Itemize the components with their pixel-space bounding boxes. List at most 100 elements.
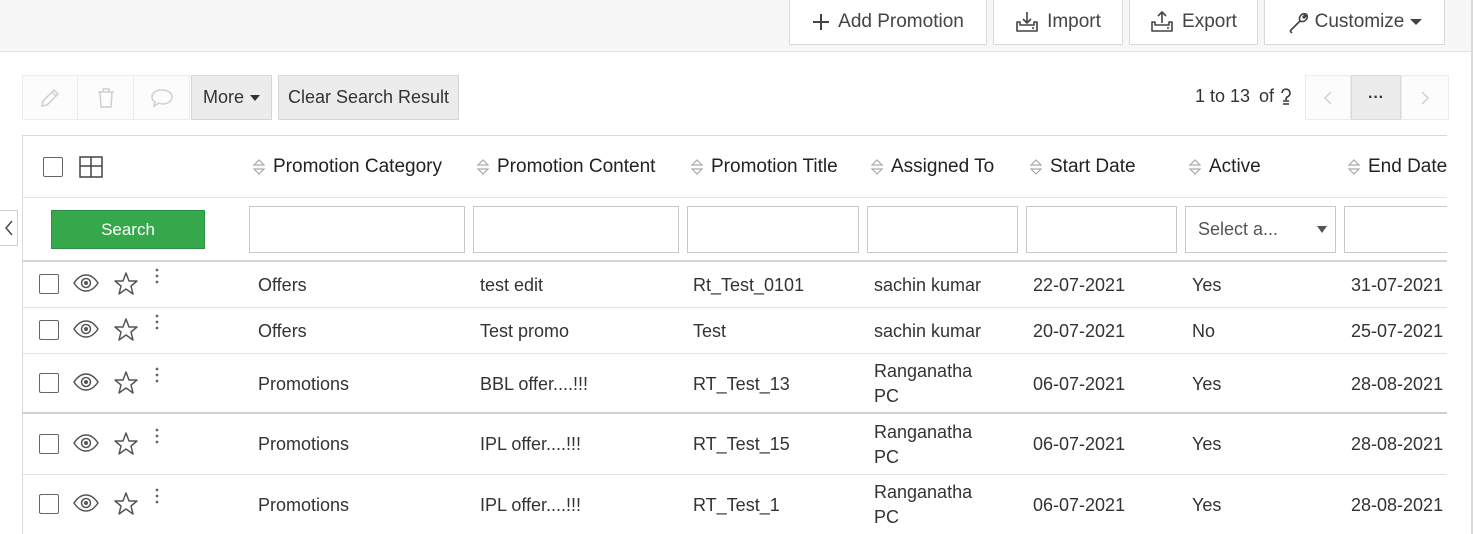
star-icon[interactable] xyxy=(113,491,139,522)
comment-button[interactable] xyxy=(134,75,190,120)
cell-active: No xyxy=(1192,320,1216,341)
more-button[interactable]: More xyxy=(191,75,272,120)
table-row[interactable]: Offers Test promo Test sachin kumar 20-07-20… xyxy=(23,308,1447,354)
cell-end-date: 25-07-2021 xyxy=(1351,320,1444,341)
row-menu-icon[interactable] xyxy=(154,488,160,509)
filter-row: Search Select a... xyxy=(23,198,1447,262)
row-menu-icon[interactable] xyxy=(154,428,160,449)
export-button[interactable]: Export xyxy=(1129,0,1258,45)
header-promotion-category[interactable]: Promotion Category xyxy=(253,156,442,178)
header-label: Assigned To xyxy=(891,156,995,177)
chevron-left-icon xyxy=(1323,90,1332,105)
assigned-to-line: PC xyxy=(874,446,900,467)
cell-assigned-to: Ranganatha PC xyxy=(874,359,972,409)
eye-icon[interactable] xyxy=(73,274,99,297)
pencil-icon xyxy=(41,88,60,107)
star-icon[interactable] xyxy=(113,370,139,401)
row-checkbox[interactable] xyxy=(39,494,59,514)
filter-active-select[interactable]: Select a... xyxy=(1185,206,1336,253)
search-button[interactable]: Search xyxy=(51,210,205,249)
sort-icon xyxy=(477,159,489,175)
assigned-to-line: PC xyxy=(874,507,900,527)
filter-assigned-to-input[interactable] xyxy=(867,206,1018,253)
eye-icon[interactable] xyxy=(73,494,99,517)
edit-button[interactable] xyxy=(22,75,78,120)
delete-button[interactable] xyxy=(78,75,134,120)
row-menu-icon[interactable] xyxy=(154,314,160,335)
sort-icon xyxy=(1189,159,1201,175)
star-icon[interactable] xyxy=(113,271,139,302)
filter-promotion-content-input[interactable] xyxy=(473,206,679,253)
header-label: Promotion Category xyxy=(273,156,442,177)
header-promotion-title[interactable]: Promotion Title xyxy=(691,156,838,178)
chevron-down-icon xyxy=(250,94,260,101)
select-all-checkbox[interactable] xyxy=(43,157,63,177)
comment-icon xyxy=(150,88,173,108)
assigned-to-line: sachin kumar xyxy=(874,320,982,341)
collapse-panel-button[interactable] xyxy=(0,210,18,246)
trash-icon xyxy=(97,87,114,108)
header-end-date[interactable]: End Date xyxy=(1348,156,1447,178)
cell-promotion-category: Offers xyxy=(258,320,307,341)
column-chooser-icon[interactable] xyxy=(79,156,103,178)
add-promotion-button[interactable]: Add Promotion xyxy=(789,0,987,45)
header-active[interactable]: Active xyxy=(1189,156,1261,178)
plus-icon xyxy=(813,13,830,30)
customize-button[interactable]: Customize xyxy=(1264,0,1445,45)
cell-promotion-content: test edit xyxy=(480,274,544,295)
cell-promotion-title: Rt_Test_0101 xyxy=(693,274,805,295)
promotions-table: Promotion Category Promotion Content Pro… xyxy=(22,135,1447,534)
table-row[interactable]: Offers test edit Rt_Test_0101 sachin kumar 2… xyxy=(23,262,1447,308)
clear-search-result-button[interactable]: Clear Search Result xyxy=(278,75,459,120)
star-icon[interactable] xyxy=(113,317,139,348)
assigned-to-line: PC xyxy=(874,386,900,406)
sort-icon xyxy=(253,159,265,175)
row-checkbox[interactable] xyxy=(39,320,59,340)
previous-page-button[interactable] xyxy=(1305,75,1351,120)
cell-active: Yes xyxy=(1192,434,1222,454)
top-toolbar: Add Promotion Import Export Customize xyxy=(0,0,1473,52)
row-menu-icon[interactable] xyxy=(154,268,160,289)
row-menu-icon[interactable] xyxy=(154,367,160,388)
cell-start-date: 06-07-2021 xyxy=(1033,434,1126,454)
next-page-button[interactable] xyxy=(1401,75,1449,120)
record-actions xyxy=(22,75,190,120)
star-icon[interactable] xyxy=(113,431,139,462)
filter-active-placeholder: Select a... xyxy=(1198,219,1279,239)
more-pages-button[interactable]: ··· xyxy=(1351,75,1401,120)
table-row[interactable]: Promotions IPL offer....!!! RT_Test_15 Rang… xyxy=(23,414,1447,475)
more-pages-label: ··· xyxy=(1368,88,1384,106)
import-button[interactable]: Import xyxy=(993,0,1123,45)
table-row[interactable]: Promotions IPL offer....!!! RT_Test_1 Ranga… xyxy=(23,475,1447,534)
sort-icon xyxy=(871,159,883,175)
cell-promotion-category: Offers xyxy=(258,274,307,295)
clear-search-label: Clear Search Result xyxy=(287,87,450,107)
header-assigned-to[interactable]: Assigned To xyxy=(871,156,994,178)
cell-assigned-to: Ranganatha PC xyxy=(874,480,972,530)
cell-start-date: 20-07-2021 xyxy=(1033,320,1126,341)
header-start-date[interactable]: Start Date xyxy=(1030,156,1136,178)
cell-end-date: 28-08-2021 xyxy=(1351,373,1444,394)
cell-start-date: 22-07-2021 xyxy=(1033,274,1126,295)
row-checkbox[interactable] xyxy=(39,274,59,294)
cell-assigned-to: sachin kumar xyxy=(874,319,981,344)
table-row[interactable]: Promotions BBL offer....!!! RT_Test_13 Rang… xyxy=(23,354,1447,414)
add-promotion-label: Add Promotion xyxy=(838,10,964,32)
row-checkbox[interactable] xyxy=(39,433,59,454)
more-label: More xyxy=(202,87,244,107)
filter-promotion-category-input[interactable] xyxy=(249,206,465,253)
assigned-to-line: Ranganatha xyxy=(874,482,973,502)
row-checkbox[interactable] xyxy=(39,373,59,393)
record-count: 1 to 13 of xyxy=(1195,86,1293,107)
eye-icon[interactable] xyxy=(73,320,99,343)
chevron-down-icon xyxy=(1410,18,1423,25)
header-promotion-content[interactable]: Promotion Content xyxy=(477,156,655,178)
eye-icon[interactable] xyxy=(73,433,99,457)
question-icon[interactable] xyxy=(1279,87,1293,107)
eye-icon[interactable] xyxy=(73,373,99,396)
cell-promotion-category: Promotions xyxy=(258,434,350,454)
cell-promotion-content: Test promo xyxy=(480,320,570,341)
filter-end-date-input[interactable] xyxy=(1344,206,1447,253)
filter-start-date-input[interactable] xyxy=(1026,206,1177,253)
filter-promotion-title-input[interactable] xyxy=(687,206,859,253)
